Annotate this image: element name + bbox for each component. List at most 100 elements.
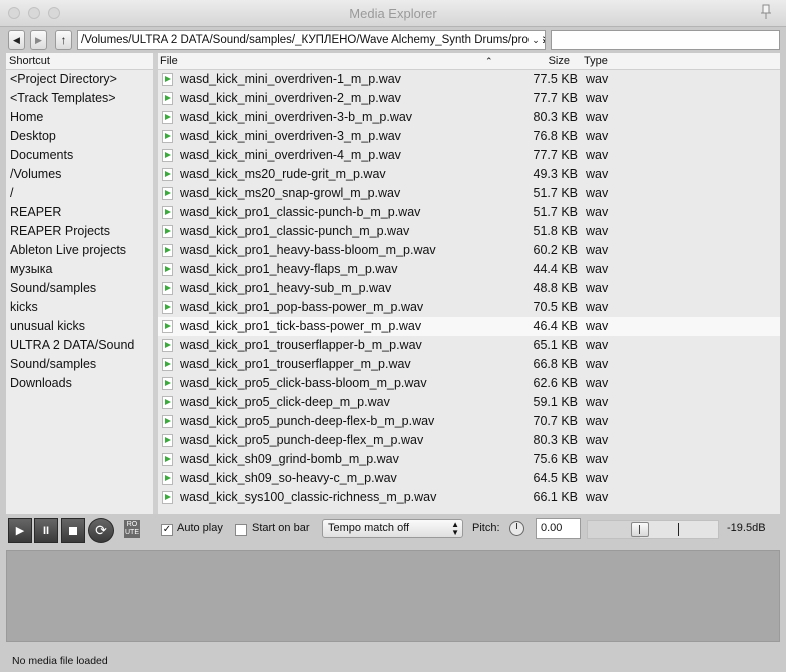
column-header-type[interactable]: Type [584,53,608,69]
file-row[interactable]: wasd_kick_pro1_trouserflapper_m_p.wav 66.… [158,355,780,374]
file-row[interactable]: wasd_kick_ms20_snap-growl_m_p.wav 51.7 KB… [158,184,780,203]
audio-file-icon [162,358,173,371]
parent-folder-button[interactable]: ↑ [55,30,72,50]
audio-file-icon [162,92,173,105]
audio-file-icon [162,168,173,181]
file-name: wasd_kick_pro1_heavy-bass-bloom_m_p.wav [180,243,436,257]
file-name: wasd_kick_pro1_heavy-sub_m_p.wav [180,281,392,295]
transport-bar: ▶ II ⟳ RO UTE ✓ Auto play Start on bar T… [6,516,780,544]
volume-slider[interactable] [587,520,719,539]
loop-button[interactable]: ⟳ [88,518,114,543]
file-name: wasd_kick_ms20_snap-growl_m_p.wav [180,186,401,200]
forward-button[interactable]: ▶ [30,30,47,50]
shortcut-item[interactable]: Ableton Live projects [6,241,153,260]
window-title: Media Explorer [349,6,437,21]
file-size: 77.5 KB [533,72,578,86]
parent-folder-icon: ↑ [60,33,67,47]
file-row[interactable]: wasd_kick_pro1_pop-bass-power_m_p.wav 70.… [158,298,780,317]
file-row[interactable]: wasd_kick_pro1_heavy-sub_m_p.wav 48.8 KB w… [158,279,780,298]
file-row[interactable]: wasd_kick_mini_overdriven-3-b_m_p.wav 80.… [158,108,780,127]
shortcut-item[interactable]: Downloads [6,374,153,393]
file-size: 51.8 KB [533,224,578,238]
file-row[interactable]: wasd_kick_sh09_grind-bomb_m_p.wav 75.6 KB… [158,450,780,469]
file-list-header: File ⌃ Size Type [158,53,780,70]
file-size: 75.6 KB [533,452,578,466]
volume-thumb[interactable] [631,522,649,537]
file-row[interactable]: wasd_kick_ms20_rude-grit_m_p.wav 49.3 KB w… [158,165,780,184]
autoplay-checkbox[interactable]: ✓ [161,524,173,536]
file-name: wasd_kick_pro5_click-bass-bloom_m_p.wav [180,376,427,390]
shortcut-item[interactable]: Desktop [6,127,153,146]
file-size: 51.7 KB [533,205,578,219]
file-type: wav [586,357,609,371]
file-row[interactable]: wasd_kick_sys100_classic-richness_m_p.wa… [158,488,780,507]
file-name: wasd_kick_mini_overdriven-3_m_p.wav [180,129,401,143]
file-row[interactable]: wasd_kick_mini_overdriven-3_m_p.wav 76.8 … [158,127,780,146]
file-row[interactable]: wasd_kick_mini_overdriven-1_m_p.wav 77.5 … [158,70,780,89]
shortcut-item[interactable]: kicks [6,298,153,317]
route-button[interactable]: RO UTE [124,520,140,538]
pause-button[interactable]: II [34,518,58,543]
shortcuts-header[interactable]: Shortcut [6,53,153,70]
file-name: wasd_kick_ms20_rude-grit_m_p.wav [180,167,386,181]
column-header-file[interactable]: File [160,53,178,69]
pitch-input[interactable]: 0.00 [536,518,581,539]
shortcut-item[interactable]: ULTRA 2 DATA/Sound [6,336,153,355]
column-header-size[interactable]: Size [549,53,570,69]
file-name: wasd_kick_pro1_classic-punch-b_m_p.wav [180,205,421,219]
file-row[interactable]: wasd_kick_sh09_so-heavy-c_m_p.wav 64.5 KB… [158,469,780,488]
back-button[interactable]: ◀ [8,30,25,50]
file-type: wav [586,243,609,257]
file-size: 80.3 KB [533,433,578,447]
path-combobox[interactable]: /Volumes/ULTRA 2 DATA/Sound/samples/_КУП… [77,30,546,50]
file-type: wav [586,433,609,447]
shortcut-item[interactable]: REAPER Projects [6,222,153,241]
path-text: /Volumes/ULTRA 2 DATA/Sound/samples/_КУП… [81,34,546,46]
shortcut-item[interactable]: <Track Templates> [6,89,153,108]
shortcut-item[interactable]: Sound/samples [6,279,153,298]
tempo-match-select[interactable]: Tempo match off ▲ ▼ [322,519,463,538]
chevron-down-icon[interactable]: ⌄ [529,31,543,49]
file-name: wasd_kick_sh09_grind-bomb_m_p.wav [180,452,399,466]
file-type: wav [586,110,609,124]
shortcut-item[interactable]: /Volumes [6,165,153,184]
shortcut-item[interactable]: Home [6,108,153,127]
shortcut-item[interactable]: музыка [6,260,153,279]
file-row[interactable]: wasd_kick_mini_overdriven-4_m_p.wav 77.7 … [158,146,780,165]
play-button[interactable]: ▶ [8,518,32,543]
pin-icon[interactable] [758,3,774,21]
file-row[interactable]: wasd_kick_pro1_trouserflapper-b_m_p.wav 6… [158,336,780,355]
file-type: wav [586,338,609,352]
audio-file-icon [162,225,173,238]
shortcut-item[interactable]: <Project Directory> [6,70,153,89]
file-name: wasd_kick_pro1_trouserflapper-b_m_p.wav [180,338,422,352]
file-row[interactable]: wasd_kick_pro1_heavy-bass-bloom_m_p.wav 6… [158,241,780,260]
shortcut-item[interactable]: unusual kicks [6,317,153,336]
audio-file-icon [162,434,173,447]
shortcut-item[interactable]: Sound/samples [6,355,153,374]
file-row[interactable]: wasd_kick_pro5_click-bass-bloom_m_p.wav 6… [158,374,780,393]
shortcut-item[interactable]: Documents [6,146,153,165]
file-row[interactable]: wasd_kick_pro1_tick-bass-power_m_p.wav 46… [158,317,780,336]
file-row[interactable]: wasd_kick_mini_overdriven-2_m_p.wav 77.7 … [158,89,780,108]
file-row[interactable]: wasd_kick_pro5_click-deep_m_p.wav 59.1 KB… [158,393,780,412]
file-row[interactable]: wasd_kick_pro1_heavy-flaps_m_p.wav 44.4 K… [158,260,780,279]
file-type: wav [586,376,609,390]
waveform-preview[interactable] [6,550,780,642]
file-row[interactable]: wasd_kick_pro5_punch-deep-flex-b_m_p.wav… [158,412,780,431]
file-size: 77.7 KB [533,148,578,162]
file-type: wav [586,319,609,333]
shortcut-item[interactable]: / [6,184,153,203]
file-type: wav [586,300,609,314]
search-input[interactable] [551,30,780,50]
audio-file-icon [162,339,173,352]
file-size: 49.3 KB [533,167,578,181]
shortcut-item[interactable]: REAPER [6,203,153,222]
start-on-bar-checkbox[interactable] [235,524,247,536]
file-row[interactable]: wasd_kick_pro1_classic-punch-b_m_p.wav 51… [158,203,780,222]
stop-button[interactable] [61,518,85,543]
pitch-knob[interactable] [509,521,524,536]
file-row[interactable]: wasd_kick_pro5_punch-deep-flex_m_p.wav 80… [158,431,780,450]
file-row[interactable]: wasd_kick_pro1_classic-punch_m_p.wav 51.8… [158,222,780,241]
audio-file-icon [162,491,173,504]
